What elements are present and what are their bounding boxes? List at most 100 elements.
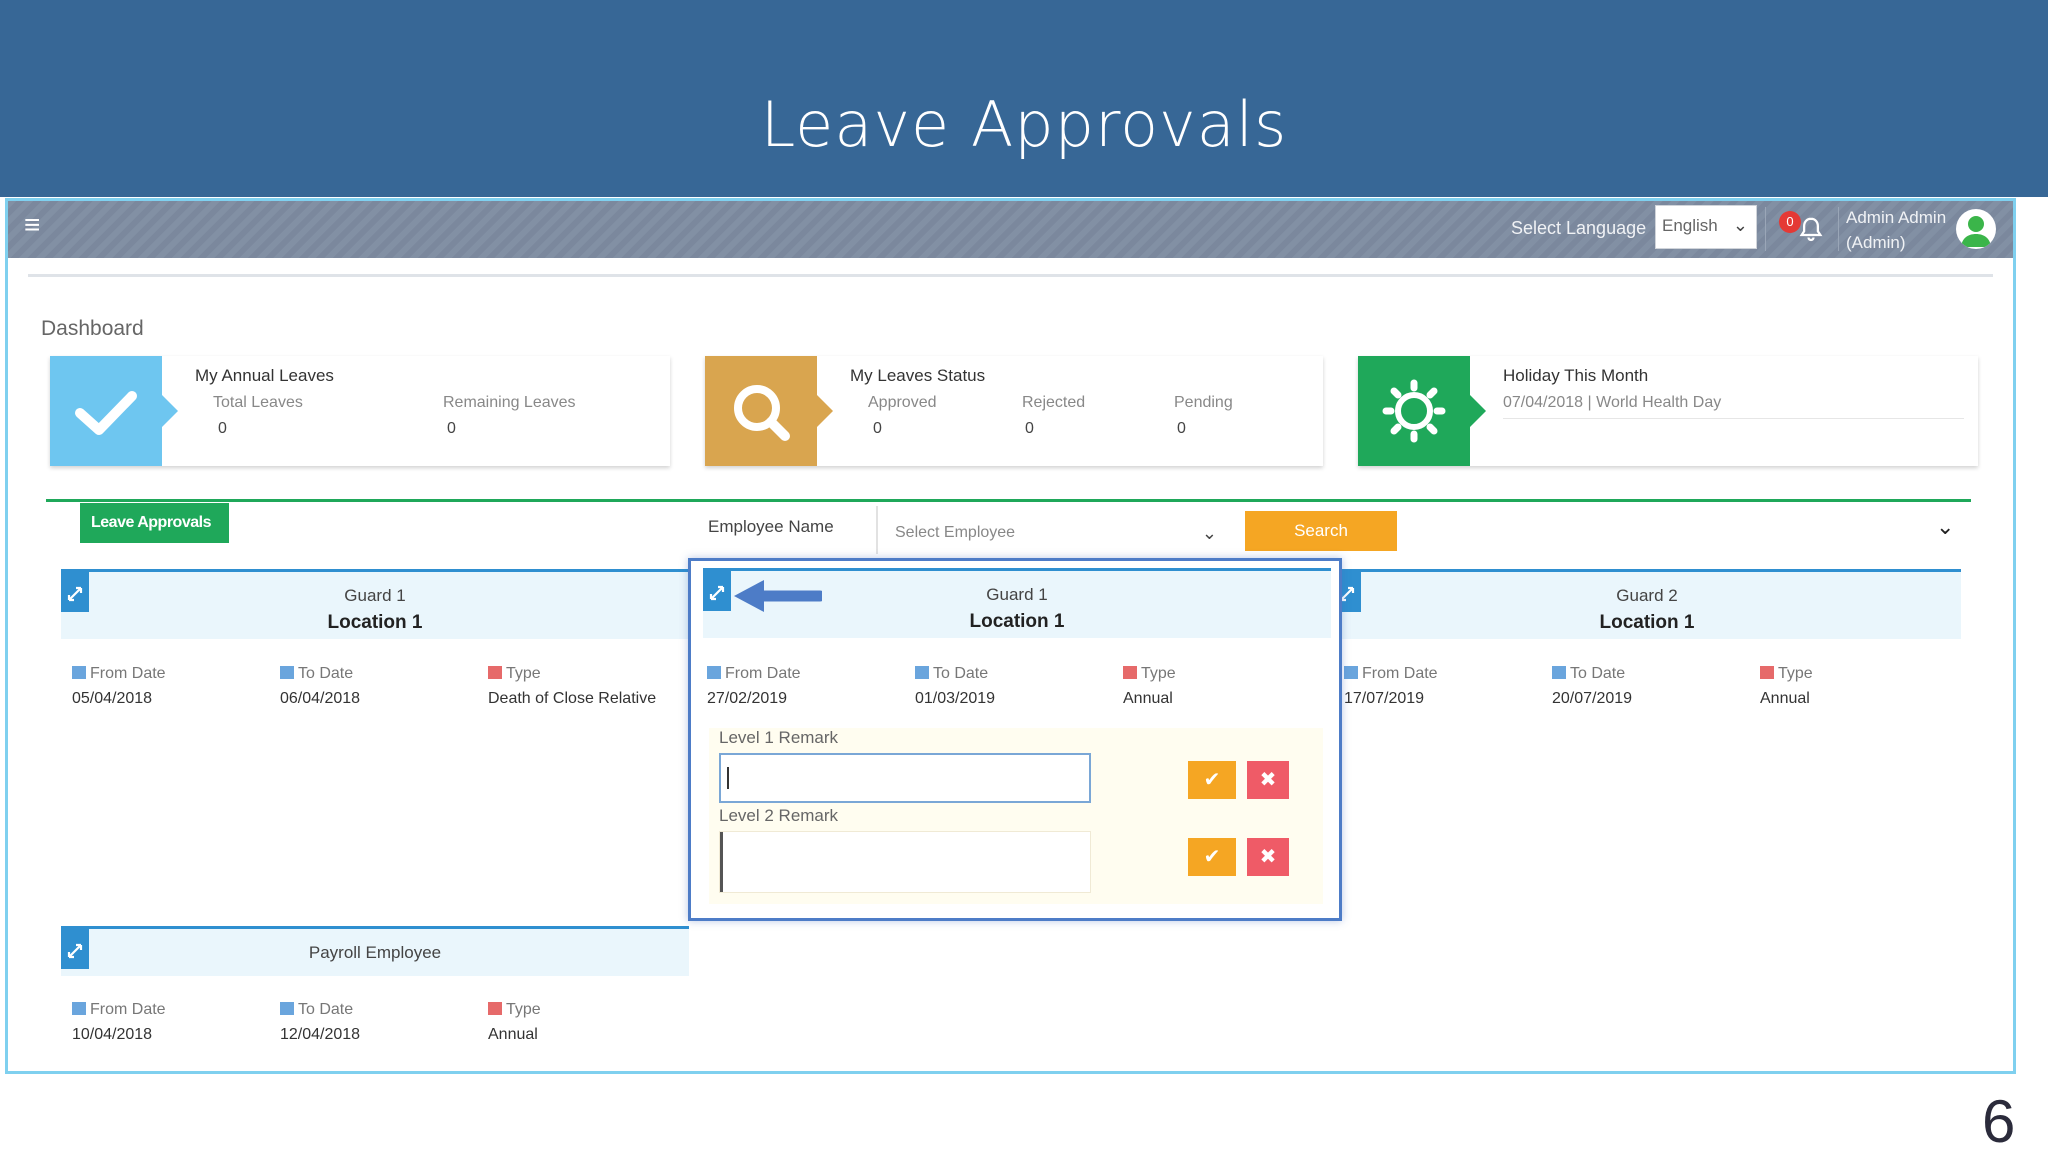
search-icon (734, 385, 790, 441)
from-date-value: 27/02/2019 (707, 690, 788, 707)
holiday-card: Holiday This Month 07/04/2018 | World He… (1358, 356, 1978, 466)
type-value: Annual (1760, 690, 1810, 707)
type-label: Type (488, 1001, 541, 1019)
from-date-label: From Date (1344, 665, 1438, 683)
calendar-icon (72, 666, 86, 679)
approved-label: Approved (868, 394, 937, 411)
divider (1503, 418, 1964, 419)
type-label: Type (1123, 665, 1176, 683)
approved-value: 0 (873, 420, 882, 437)
divider (1838, 207, 1839, 251)
annual-leaves-card: My Annual Leaves Total Leaves 0 Remainin… (50, 356, 670, 466)
language-value: English (1662, 216, 1718, 235)
employee-name-label: Employee Name (708, 517, 834, 536)
level-1-approve-button[interactable]: ✔ (1188, 761, 1236, 799)
calendar-icon (1760, 666, 1774, 679)
calendar-icon (1344, 666, 1358, 679)
calendar-icon (707, 666, 721, 679)
app-window: ≡ Select Language English ⌄ 0 Admin Admi… (5, 198, 2016, 1074)
to-date-label: To Date (280, 1001, 353, 1019)
to-date-label: To Date (1552, 665, 1625, 683)
calendar-icon (1552, 666, 1566, 679)
type-label: Type (1760, 665, 1813, 683)
to-date-label: To Date (915, 665, 988, 683)
holiday-entry: 07/04/2018 | World Health Day (1503, 394, 1722, 411)
user-role: (Admin) (1846, 233, 1906, 252)
employee-location: Location 1 (327, 612, 423, 633)
stat-title: My Annual Leaves (195, 366, 334, 385)
type-label: Type (488, 665, 541, 683)
leaves-status-card: My Leaves Status Approved 0 Rejected 0 P… (705, 356, 1323, 466)
chevron-down-icon: ⌄ (1201, 523, 1217, 543)
card-header: Guard 2 Location 1 (1333, 569, 1961, 639)
employee-name: Guard 1 (344, 586, 406, 605)
to-date-value: 01/03/2019 (915, 690, 996, 707)
top-navbar: ≡ Select Language English ⌄ 0 Admin Admi… (8, 201, 2013, 258)
stat-icon-box (705, 356, 833, 466)
section-rule (46, 499, 1971, 502)
level-2-remark-input[interactable] (719, 831, 1091, 893)
employee-name: Payroll Employee (308, 943, 442, 962)
leave-card: Guard 2 Location 1 From Date 17/07/2019 … (1333, 569, 1961, 729)
level-2-approve-button[interactable]: ✔ (1188, 838, 1236, 876)
hamburger-menu-icon[interactable]: ≡ (24, 211, 50, 239)
user-menu[interactable]: Admin Admin (Admin) (1846, 205, 1946, 255)
level-2-reject-button[interactable]: ✖ (1247, 838, 1289, 876)
breadcrumb: Dashboard (41, 317, 144, 340)
employee-placeholder: Select Employee (895, 524, 1016, 541)
employee-select[interactable]: Select Employee ⌄ (883, 519, 1223, 549)
remark-area: Level 1 Remark ✔ ✖ Level 2 Remark ✔ ✖ (709, 728, 1323, 904)
type-value: Annual (488, 1026, 538, 1043)
annotation-arrow-icon (734, 580, 822, 612)
calendar-icon (1123, 666, 1137, 679)
to-date-value: 06/04/2018 (280, 690, 361, 707)
from-date-label: From Date (707, 665, 801, 683)
leave-approvals-tag: Leave Approvals (80, 503, 229, 543)
stat-icon-box (1358, 356, 1486, 466)
chevron-down-icon: ⌄ (1732, 215, 1748, 235)
text-caret (727, 767, 729, 789)
user-icon (1961, 216, 1991, 247)
stat-title: Holiday This Month (1503, 366, 1649, 385)
user-name: Admin Admin (1846, 208, 1947, 227)
employee-location: Location 1 (1599, 612, 1695, 633)
calendar-icon (488, 1002, 502, 1015)
calendar-icon (280, 1002, 294, 1015)
content-top-rule (28, 274, 1993, 277)
leave-card: Guard 1 Location 1 From Date 05/04/2018 … (61, 569, 689, 729)
leave-card: Payroll Employee From Date 10/04/2018 To… (61, 926, 689, 1066)
level-2-remark-label: Level 2 Remark (719, 806, 839, 825)
pending-label: Pending (1174, 394, 1233, 411)
search-button[interactable]: Search (1245, 511, 1397, 551)
slide-title: Leave Approvals (760, 88, 1288, 161)
type-value: Death of Close Relative (488, 690, 657, 707)
bell-icon[interactable] (1796, 215, 1826, 245)
stat-title: My Leaves Status (850, 366, 986, 385)
stat-icon-box (50, 356, 178, 466)
level-1-reject-button[interactable]: ✖ (1247, 761, 1289, 799)
language-select[interactable]: English ⌄ (1655, 205, 1757, 249)
total-leaves-label: Total Leaves (213, 394, 303, 411)
calendar-icon (488, 666, 502, 679)
type-value: Annual (1123, 690, 1173, 707)
divider (1765, 207, 1766, 251)
level-1-remark-label: Level 1 Remark (719, 728, 839, 747)
page-number: 6 (1982, 1088, 2016, 1155)
sun-icon (1382, 379, 1446, 443)
level-1-remark-input[interactable] (719, 753, 1091, 803)
rejected-value: 0 (1025, 420, 1034, 437)
calendar-icon (72, 1002, 86, 1015)
divider (876, 506, 878, 554)
input-edge (720, 832, 723, 892)
employee-location: Location 1 (969, 611, 1065, 632)
to-date-value: 12/04/2018 (280, 1026, 361, 1043)
calendar-icon (280, 666, 294, 679)
check-icon (75, 391, 137, 435)
collapse-chevron-icon[interactable]: ⌄ (1936, 514, 1954, 540)
remaining-leaves-value: 0 (447, 420, 456, 437)
remaining-leaves-label: Remaining Leaves (443, 394, 576, 411)
avatar[interactable] (1956, 209, 1996, 249)
total-leaves-value: 0 (218, 420, 227, 437)
from-date-label: From Date (72, 665, 166, 683)
card-header: Payroll Employee (61, 926, 689, 976)
